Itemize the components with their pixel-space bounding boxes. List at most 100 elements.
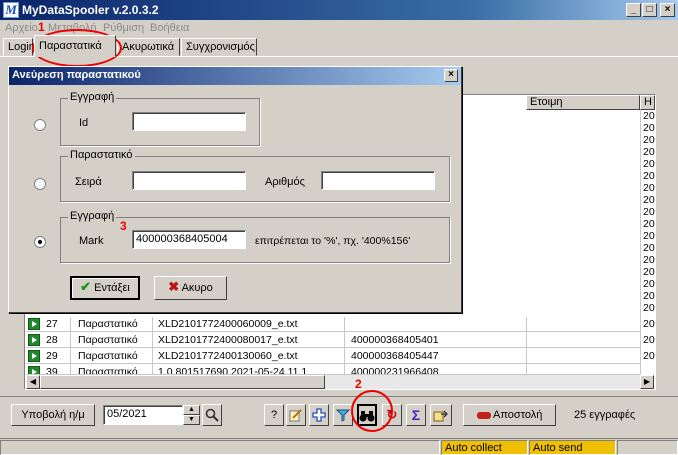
cross-icon: ✖ xyxy=(168,279,180,294)
export-button[interactable] xyxy=(430,404,452,426)
status-auto-collect: Auto collect xyxy=(441,440,528,455)
column-header-last[interactable]: Η xyxy=(640,95,655,110)
grid-cell: 20 xyxy=(643,302,655,314)
column-separator xyxy=(344,317,345,375)
id-label: Id xyxy=(79,117,89,129)
grid-cell: 20 xyxy=(643,254,655,266)
status-cell-last xyxy=(617,440,678,455)
cancel-button[interactable]: ✖ Ακυρο xyxy=(154,276,227,300)
row-number: 29 xyxy=(46,350,58,362)
row-type: Παραστατικό xyxy=(78,334,138,346)
row-file: 1.0.801517690.2021-05-24.11.1 xyxy=(158,366,308,375)
mark-label: Mark xyxy=(79,235,104,247)
sum-button[interactable]: Σ xyxy=(406,404,426,426)
scroll-right-icon[interactable]: ▶ xyxy=(640,375,654,389)
radio-by-mark[interactable] xyxy=(34,236,46,248)
row-mark: 400000368405401 xyxy=(351,334,439,346)
grid-cell: 20 xyxy=(643,158,655,170)
table-row[interactable]: 39 Παραστατικό 1.0.801517690.2021-05-24.… xyxy=(26,365,640,375)
row-file: XLD2101772400060009_e.txt xyxy=(158,318,298,330)
row-last: 20 xyxy=(643,350,655,362)
app-icon: M xyxy=(3,2,19,18)
tab-sync[interactable]: Συγχρονισμός xyxy=(181,38,257,56)
column-separator xyxy=(70,317,71,375)
row-last: 20 xyxy=(643,334,655,346)
period-down-icon[interactable]: ▼ xyxy=(183,415,200,425)
edit-button[interactable] xyxy=(286,404,306,426)
send-button[interactable]: Αποστολή xyxy=(463,404,556,426)
id-input[interactable] xyxy=(132,112,246,131)
tab-cancellations[interactable]: Ακυρωτικά xyxy=(117,38,180,56)
grid-cell: 20 xyxy=(643,242,655,254)
column-separator xyxy=(152,317,153,375)
grid-cell: 20 xyxy=(643,266,655,278)
submit-button[interactable]: Υποβολή η/μ xyxy=(11,404,95,426)
checkmark-icon: ✔ xyxy=(80,279,92,294)
menu-help[interactable]: Βοήθεια xyxy=(150,22,189,34)
row-type: Παραστατικό xyxy=(78,350,138,362)
row-file: XLD2101772400130060_e.txt xyxy=(158,350,298,362)
mark-hint: επιτρέπεται το '%', πχ. '400%156' xyxy=(255,235,411,247)
row-number: 28 xyxy=(46,334,58,346)
statusbar-divider xyxy=(0,438,678,439)
arrow-icon xyxy=(28,350,40,362)
row-type: Παραστατικό xyxy=(78,366,138,375)
menu-settings[interactable]: Ρύθμιση xyxy=(103,22,144,34)
send-button-label: Αποστολή xyxy=(493,409,543,421)
help-button[interactable]: ? xyxy=(264,404,284,426)
row-mark: 400000231966408 xyxy=(351,366,439,375)
annotation-2: 2 xyxy=(355,377,362,391)
series-input[interactable] xyxy=(132,171,246,190)
add-button[interactable] xyxy=(309,404,329,426)
filter-button[interactable] xyxy=(333,404,353,426)
mark-input[interactable]: 400000368405004 xyxy=(132,230,246,249)
table-row[interactable]: 29 Παραστατικό XLD2101772400130060_e.txt… xyxy=(26,349,655,364)
column-header-status[interactable]: Ετοιμη xyxy=(526,95,640,110)
status-auto-send: Auto send xyxy=(529,440,616,455)
ok-button[interactable]: ✔ Εντάξει xyxy=(70,276,140,300)
table-row[interactable]: 27 Παραστατικό XLD2101772400060009_e.txt… xyxy=(26,317,655,332)
toolbar-divider xyxy=(0,396,678,397)
group-invoice-label: Παραστατικό xyxy=(68,149,135,161)
tab-invoices[interactable]: Παραστατικά xyxy=(34,35,116,57)
cancel-button-label: Ακυρο xyxy=(181,282,213,294)
grid-cell: 20 xyxy=(643,134,655,146)
grid-cell: 20 xyxy=(643,230,655,242)
grid-cell: 20 xyxy=(643,110,655,122)
edit-icon xyxy=(289,409,302,422)
column-separator xyxy=(526,317,527,375)
dialog-close-icon[interactable]: × xyxy=(444,69,458,82)
grid-cell: 20 xyxy=(643,278,655,290)
grid-cell: 20 xyxy=(643,218,655,230)
search-button[interactable] xyxy=(202,404,222,426)
row-last: 20 xyxy=(643,318,655,330)
group-record-id-label: Εγγραφή xyxy=(68,91,117,103)
period-up-icon[interactable]: ▲ xyxy=(183,405,200,415)
annotation-1: 1 xyxy=(38,20,45,34)
number-input[interactable] xyxy=(321,171,435,190)
radio-by-id[interactable] xyxy=(34,119,46,131)
sum-icon: Σ xyxy=(411,407,421,423)
grid-cell: 20 xyxy=(643,182,655,194)
menu-file[interactable]: Αρχείο xyxy=(5,22,38,34)
close-button[interactable]: × xyxy=(660,3,675,17)
tab-login[interactable]: Login xyxy=(3,38,35,56)
period-input[interactable]: 05/2021 xyxy=(103,405,183,425)
minimize-button[interactable]: _ xyxy=(626,3,641,17)
maximize-button[interactable]: □ xyxy=(642,3,657,17)
column-separator xyxy=(640,110,641,375)
row-number: 27 xyxy=(46,318,58,330)
send-icon xyxy=(476,411,491,419)
scrollbar-thumb[interactable] xyxy=(40,375,325,389)
grid-cell: 20 xyxy=(643,122,655,134)
arrow-icon xyxy=(28,318,40,330)
records-count: 25 εγγραφές xyxy=(574,409,636,421)
window-title: MyDataSpooler v.2.0.3.2 xyxy=(22,3,159,17)
table-row[interactable]: 28 Παραστατικό XLD2101772400080017_e.txt… xyxy=(26,333,655,348)
status-cell-empty xyxy=(0,440,440,455)
right-column-values: 20 20 20 20 20 20 20 20 20 20 20 20 20 2… xyxy=(640,110,655,315)
radio-by-invoice[interactable] xyxy=(34,178,46,190)
scroll-left-icon[interactable]: ◀ xyxy=(26,375,40,389)
export-icon xyxy=(433,410,448,422)
find-invoice-dialog: Ανεύρεση παραστατικού × Εγγραφή Id Παρασ… xyxy=(8,66,462,313)
